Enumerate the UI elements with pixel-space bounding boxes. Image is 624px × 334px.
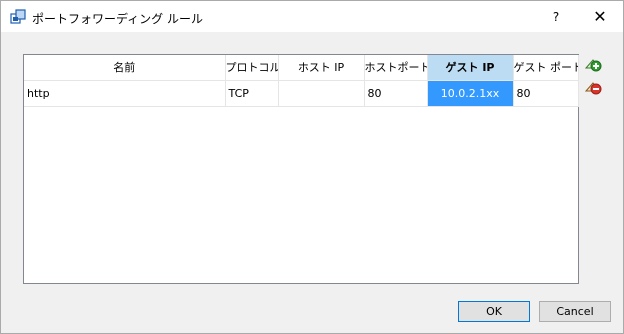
cell-protocol[interactable]: TCP	[225, 80, 279, 107]
rules-table[interactable]: 名前 プロトコル ホスト IP ホストポート ゲスト IP ゲスト ポート ht…	[23, 54, 579, 284]
column-header-name[interactable]: 名前	[24, 55, 226, 81]
cell-guest-ip[interactable]: 10.0.2.1xx	[427, 80, 514, 107]
table-row[interactable]: http TCP 80 10.0.2.1xx 80	[24, 80, 579, 107]
cell-host-port[interactable]: 80	[364, 80, 428, 107]
column-header-guest-ip[interactable]: ゲスト IP	[427, 55, 514, 81]
window-title: ポートフォワーディング ルール	[32, 12, 203, 26]
cancel-button[interactable]: Cancel	[539, 301, 611, 322]
remove-rule-icon	[584, 82, 602, 95]
port-forwarding-dialog: ポートフォワーディング ルール ? ✕ 名前 プロトコル ホスト IP ホストポ…	[0, 0, 624, 334]
title-bar: ポートフォワーディング ルール ? ✕	[1, 1, 623, 32]
ok-button[interactable]: OK	[458, 301, 530, 322]
virtualbox-app-icon	[10, 9, 26, 25]
table-header-row: 名前 プロトコル ホスト IP ホストポート ゲスト IP ゲスト ポート	[24, 55, 579, 81]
column-header-guest-port[interactable]: ゲスト ポート	[513, 55, 579, 81]
help-button[interactable]: ?	[544, 6, 568, 28]
add-rule-icon	[584, 59, 602, 72]
close-button[interactable]: ✕	[588, 6, 612, 28]
column-header-host-ip[interactable]: ホスト IP	[278, 55, 365, 81]
column-header-host-port[interactable]: ホストポート	[364, 55, 428, 81]
add-rule-button[interactable]	[584, 56, 602, 74]
cell-host-ip[interactable]	[278, 80, 365, 107]
cell-name[interactable]: http	[24, 80, 226, 107]
column-header-protocol[interactable]: プロトコル	[225, 55, 279, 81]
remove-rule-button[interactable]	[584, 79, 602, 97]
cell-guest-port[interactable]: 80	[513, 80, 579, 107]
